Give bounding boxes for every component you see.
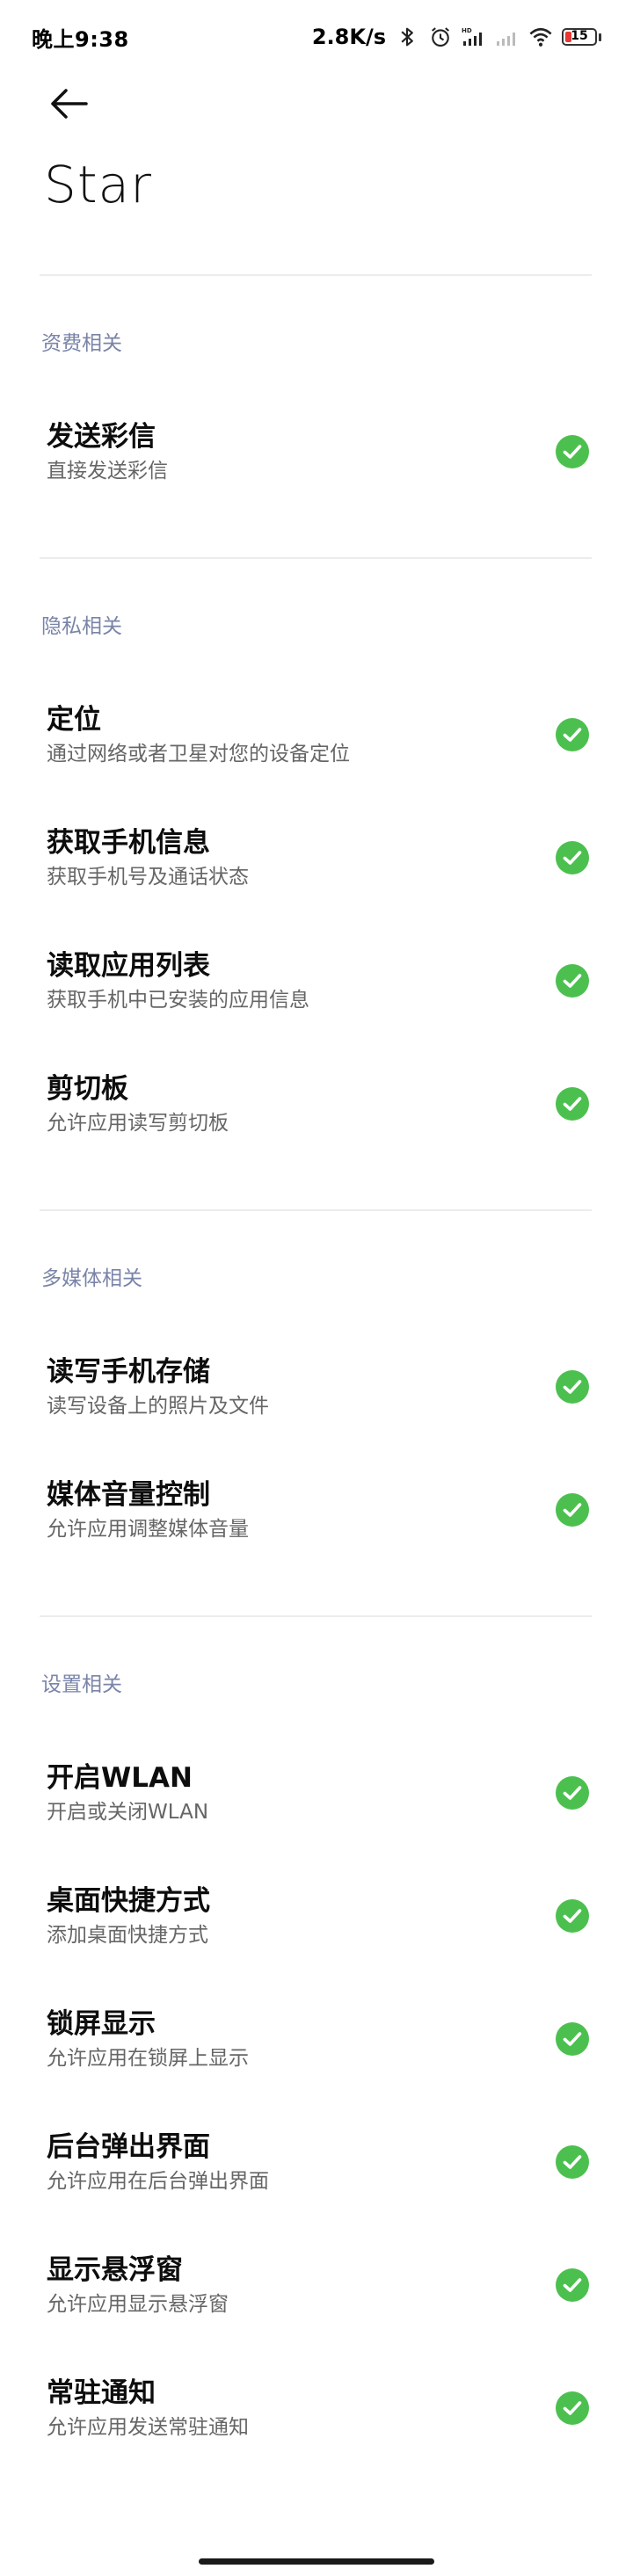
list-item[interactable]: 桌面快捷方式 添加桌面快捷方式 [0, 1854, 633, 1977]
list-item[interactable]: 显示悬浮窗 允许应用显示悬浮窗 [0, 2224, 633, 2347]
arrow-left-icon [51, 89, 88, 119]
item-title: 读取应用列表 [47, 950, 210, 982]
list-item[interactable]: 锁屏显示 允许应用在锁屏上显示 [0, 1977, 633, 2101]
battery-level: 15 [571, 29, 588, 43]
signal-hd-icon: HD [462, 27, 482, 46]
list-item[interactable]: 剪切板 允许应用读写剪切板 [0, 1042, 633, 1165]
item-title: 读写手机存储 [47, 1356, 210, 1388]
item-title: 锁屏显示 [47, 2008, 156, 2040]
battery-icon: 15 [562, 28, 601, 46]
list-item[interactable]: 发送彩信 直接发送彩信 [0, 390, 633, 513]
home-indicator[interactable] [199, 2558, 434, 2565]
item-title: 显示悬浮窗 [47, 2254, 183, 2286]
alarm-icon [431, 27, 450, 47]
signal-weak-icon [497, 33, 515, 46]
check-icon[interactable] [556, 1776, 589, 1810]
check-icon[interactable] [556, 1087, 589, 1121]
list-item[interactable]: 媒体音量控制 允许应用调整媒体音量 [0, 1448, 633, 1571]
item-title: 后台弹出界面 [47, 2131, 210, 2163]
divider [40, 274, 592, 276]
divider [40, 557, 592, 559]
check-icon[interactable] [556, 1899, 589, 1933]
list-item[interactable]: 读写手机存储 读写设备上的照片及文件 [0, 1325, 633, 1448]
item-desc: 通过网络或者卫星对您的设备定位 [47, 743, 350, 766]
section-title: 设置相关 [41, 1673, 122, 1696]
check-icon[interactable] [556, 1370, 589, 1404]
item-desc: 获取手机中已安装的应用信息 [47, 989, 309, 1012]
check-icon[interactable] [556, 2145, 589, 2179]
item-desc: 允许应用读写剪切板 [47, 1112, 229, 1135]
check-icon[interactable] [556, 2022, 589, 2056]
status-bar: 晚上9:38 2.8K/s HD 15 [0, 0, 633, 74]
net-speed: 2.8K/s [311, 25, 386, 49]
list-item[interactable]: 获取手机信息 获取手机号及通话状态 [0, 796, 633, 919]
status-time: 晚上9:38 [32, 26, 129, 52]
check-icon[interactable] [556, 2391, 589, 2425]
status-icons: 2.8K/s HD 15 [312, 25, 601, 49]
list-item[interactable]: 定位 通过网络或者卫星对您的设备定位 [0, 673, 633, 796]
divider [40, 1209, 592, 1211]
check-icon[interactable] [556, 718, 589, 751]
list-item[interactable]: 常驻通知 允许应用发送常驻通知 [0, 2347, 633, 2470]
item-title: 发送彩信 [47, 421, 156, 453]
item-title: 获取手机信息 [47, 827, 210, 859]
item-desc: 允许应用发送常驻通知 [47, 2416, 249, 2439]
check-icon[interactable] [556, 1493, 589, 1527]
item-title: 媒体音量控制 [47, 1479, 210, 1511]
check-icon[interactable] [556, 2268, 589, 2302]
check-icon[interactable] [556, 841, 589, 874]
item-title: 桌面快捷方式 [47, 1885, 210, 1917]
back-button[interactable] [49, 84, 91, 123]
item-desc: 允许应用显示悬浮窗 [47, 2293, 229, 2316]
list-item[interactable]: 后台弹出界面 允许应用在后台弹出界面 [0, 2101, 633, 2224]
item-desc: 获取手机号及通话状态 [47, 866, 249, 889]
item-desc: 允许应用调整媒体音量 [47, 1518, 249, 1541]
item-desc: 开启或关闭WLAN [47, 1801, 209, 1824]
item-title: 剪切板 [47, 1073, 128, 1105]
section-title: 多媒体相关 [41, 1267, 142, 1290]
item-desc: 允许应用在锁屏上显示 [47, 2047, 249, 2070]
item-desc: 添加桌面快捷方式 [47, 1924, 208, 1947]
permission-list: 资费相关 发送彩信 直接发送彩信 隐私相关 定位 通过网络或者卫星对您的设备定位… [0, 274, 633, 2470]
section-title: 资费相关 [41, 332, 122, 355]
check-icon[interactable] [556, 964, 589, 998]
bluetooth-icon [401, 27, 413, 47]
item-desc: 直接发送彩信 [47, 460, 168, 483]
wifi-icon [529, 27, 552, 47]
item-desc: 读写设备上的照片及文件 [47, 1395, 269, 1418]
item-title: 定位 [47, 704, 101, 736]
check-icon[interactable] [556, 435, 589, 468]
list-item[interactable]: 读取应用列表 获取手机中已安装的应用信息 [0, 919, 633, 1042]
list-item[interactable]: 开启WLAN 开启或关闭WLAN [0, 1731, 633, 1854]
section-title: 隐私相关 [41, 615, 122, 638]
divider [40, 1615, 592, 1617]
item-title: 常驻通知 [47, 2377, 156, 2409]
item-title: 开启WLAN [47, 1762, 193, 1794]
page-title: Star [44, 155, 152, 214]
svg-text:HD: HD [462, 27, 472, 34]
item-desc: 允许应用在后台弹出界面 [47, 2170, 269, 2193]
